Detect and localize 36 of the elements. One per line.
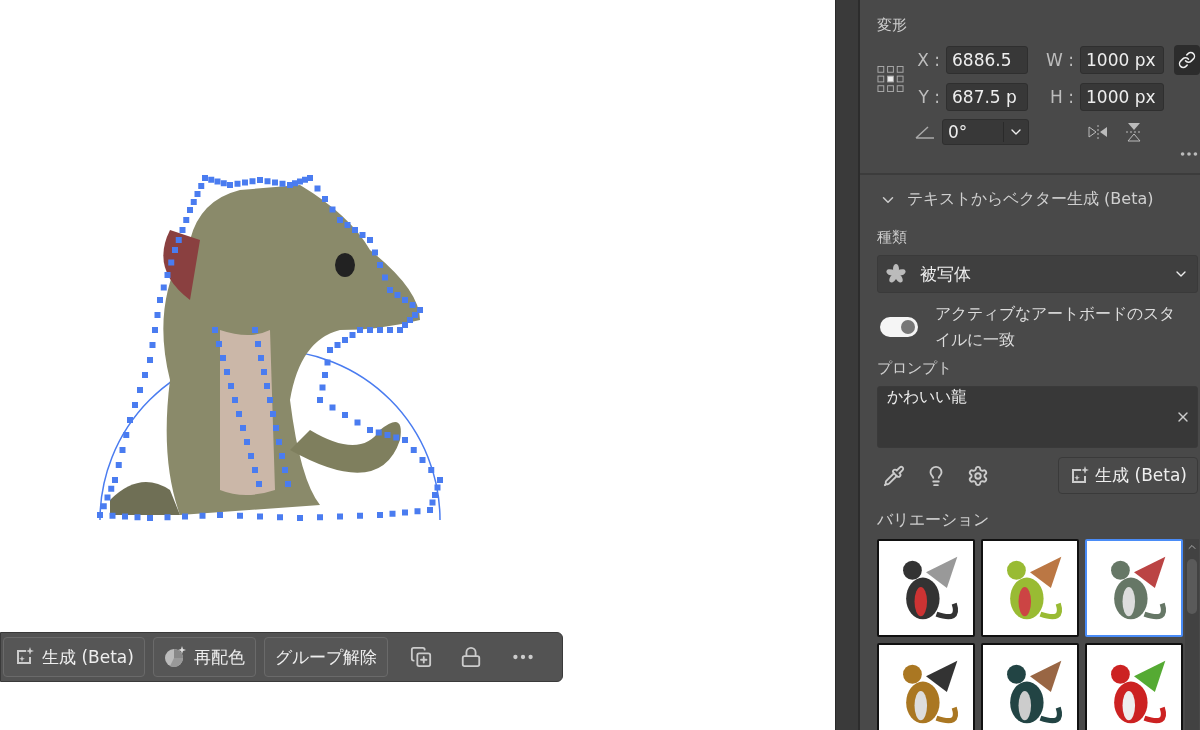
- toggle-label: アクティブなアートボードのスタイルに一致: [935, 303, 1175, 351]
- lock-icon[interactable]: [459, 646, 482, 668]
- field-label: Y :: [917, 87, 940, 107]
- section-title: 変形: [877, 16, 908, 35]
- flower-icon: [886, 264, 906, 284]
- toolbar-button[interactable]: グループ解除: [263, 637, 388, 677]
- field-label: X :: [916, 50, 940, 70]
- field-label: 種類: [877, 228, 908, 247]
- field-label: W :: [1045, 50, 1074, 70]
- toggle-switch[interactable]: [880, 317, 918, 337]
- field-label: プロンプト: [877, 359, 953, 378]
- sparkle-frame-icon: [14, 647, 34, 667]
- field-label: H :: [1049, 87, 1074, 107]
- height-field[interactable]: 1000 px: [1080, 83, 1164, 111]
- eyedropper-icon[interactable]: [883, 464, 905, 487]
- width-field[interactable]: 1000 px: [1080, 46, 1164, 74]
- type-dropdown[interactable]: 被写体: [877, 255, 1198, 293]
- reference-point-icon[interactable]: [877, 65, 904, 93]
- flip-horizontal-icon[interactable]: [1087, 124, 1109, 140]
- toolbar-button[interactable]: 生成 (Beta): [3, 637, 145, 677]
- flip-vertical-icon[interactable]: [1125, 121, 1143, 143]
- toolbar-button[interactable]: 再配色: [152, 637, 256, 677]
- y-field[interactable]: 687.5 p: [946, 83, 1028, 111]
- duplicate-icon[interactable]: [409, 646, 432, 668]
- generate-button[interactable]: 生成 (Beta): [1058, 457, 1198, 494]
- prompt-field[interactable]: かわいい龍: [877, 386, 1198, 448]
- scrollbar-thumb[interactable]: [1187, 559, 1197, 614]
- settings-icon[interactable]: [967, 464, 989, 487]
- sparkle-frame-icon: [1069, 465, 1090, 486]
- field-label: バリエーション: [877, 510, 990, 531]
- link-button[interactable]: [1174, 45, 1200, 75]
- section-title: テキストからベクター生成 (Beta): [907, 189, 1154, 210]
- angle-icon: [914, 124, 936, 140]
- angle-field[interactable]: 0°: [942, 119, 1029, 145]
- x-field[interactable]: 6886.5: [946, 46, 1028, 74]
- color-wheel-icon: [163, 646, 186, 668]
